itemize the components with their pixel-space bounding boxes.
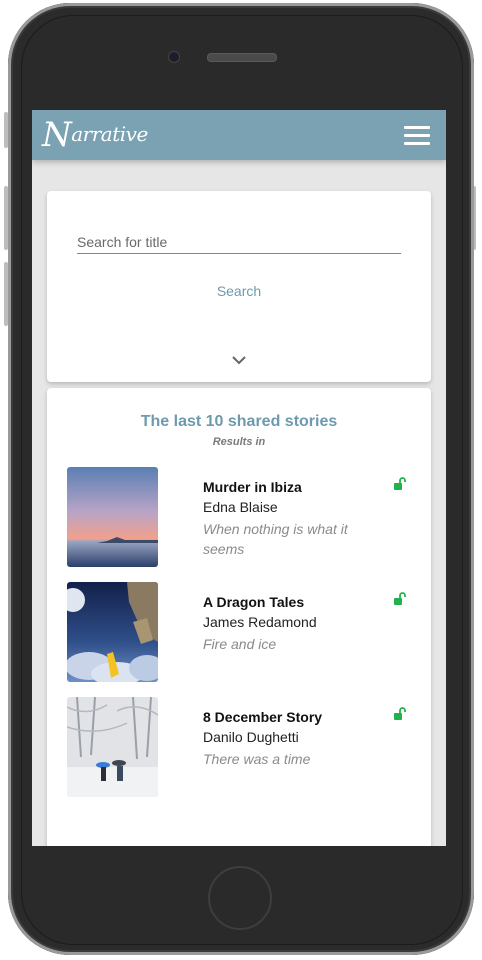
home-button [208, 866, 272, 930]
story-title[interactable]: A Dragon Tales [203, 594, 304, 610]
stories-heading: The last 10 shared stories [140, 413, 338, 430]
front-camera [168, 51, 180, 63]
story-title[interactable]: Murder in Ibiza [203, 479, 302, 495]
top-app-bar: Narrative [32, 110, 446, 160]
logo-rest: arrative [71, 122, 148, 146]
story-item[interactable]: Murder in Ibiza Edna Blaise When nothing… [67, 467, 411, 567]
story-item[interactable]: 8 December Story Danilo Dughetti There w… [67, 697, 411, 797]
app-screen: Narrative Search The last 10 shared stor… [32, 110, 446, 846]
unlocked-icon [394, 707, 406, 720]
stories-subheading: Results in [212, 436, 266, 448]
story-cover-image[interactable] [67, 582, 158, 682]
story-description: There was a time [203, 751, 311, 767]
logo-initial: N [42, 115, 72, 155]
story-item[interactable]: A Dragon Tales James Redamond Fire and i… [67, 582, 411, 682]
search-button[interactable]: Search [187, 281, 291, 301]
stories-card: The last 10 shared stories Results in Mu… [47, 388, 431, 846]
chevron-down-icon[interactable] [232, 353, 246, 367]
story-author: Edna Blaise [203, 499, 278, 515]
story-author: James Redamond [203, 614, 317, 630]
unlocked-icon [394, 477, 406, 490]
menu-icon[interactable] [404, 126, 430, 146]
unlocked-icon [394, 592, 406, 605]
search-card: Search [47, 191, 431, 382]
story-title[interactable]: 8 December Story [203, 709, 322, 725]
story-cover-image[interactable] [67, 467, 158, 567]
story-author: Danilo Dughetti [203, 729, 299, 745]
search-input[interactable] [77, 231, 401, 254]
story-description: Fire and ice [203, 636, 277, 652]
story-description: When nothing is what it seems [203, 521, 348, 557]
app-logo[interactable]: Narrative [42, 114, 148, 155]
earpiece-speaker [207, 53, 277, 62]
story-cover-image[interactable] [67, 697, 158, 797]
